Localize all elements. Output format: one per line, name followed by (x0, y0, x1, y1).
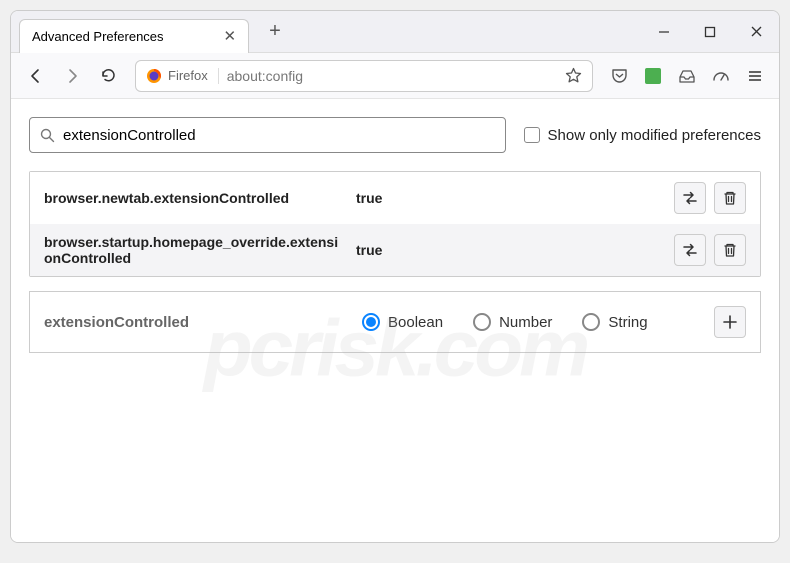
toggle-icon (681, 241, 699, 259)
identity-label: Firefox (168, 68, 208, 83)
tab-title: Advanced Preferences (32, 29, 164, 44)
trash-icon (722, 242, 738, 258)
close-tab-icon[interactable]: ✕ (224, 27, 237, 45)
pref-row: browser.newtab.extensionControlled true (30, 172, 760, 224)
search-icon (40, 128, 55, 143)
pref-actions (674, 182, 746, 214)
search-row: Show only modified preferences (29, 117, 761, 153)
search-input[interactable] (63, 127, 495, 144)
search-box[interactable] (29, 117, 506, 153)
plus-icon (722, 314, 738, 330)
new-pref-row: extensionControlled Boolean Number Strin… (29, 291, 761, 353)
reload-button[interactable] (91, 59, 125, 93)
nav-toolbar: Firefox about:config (11, 53, 779, 99)
pref-value: true (356, 190, 662, 206)
delete-button[interactable] (714, 182, 746, 214)
radio-string[interactable]: String (582, 313, 647, 331)
radio-icon (582, 313, 600, 331)
radio-icon (473, 313, 491, 331)
toggle-button[interactable] (674, 182, 706, 214)
toggle-button[interactable] (674, 234, 706, 266)
close-window-button[interactable] (733, 11, 779, 53)
url-text: about:config (227, 68, 557, 84)
radio-label: String (608, 314, 647, 331)
radio-label: Number (499, 314, 552, 331)
url-bar[interactable]: Firefox about:config (135, 60, 593, 92)
bookmark-star-icon[interactable] (565, 67, 582, 84)
menu-button[interactable] (739, 60, 771, 92)
pocket-icon[interactable] (603, 60, 635, 92)
add-button[interactable] (714, 306, 746, 338)
type-radios: Boolean Number String (362, 313, 696, 331)
maximize-button[interactable] (687, 11, 733, 53)
browser-tab[interactable]: Advanced Preferences ✕ (19, 19, 249, 53)
radio-boolean[interactable]: Boolean (362, 313, 443, 331)
titlebar: Advanced Preferences ✕ + (11, 11, 779, 53)
pref-name: browser.newtab.extensionControlled (44, 190, 344, 206)
new-tab-button[interactable]: + (261, 16, 289, 47)
checkbox-text: Show only modified preferences (548, 127, 761, 144)
pref-actions (674, 234, 746, 266)
page-content: pcrisk.com Show only modified preference… (11, 99, 779, 542)
firefox-icon (146, 68, 162, 84)
back-button[interactable] (19, 59, 53, 93)
radio-number[interactable]: Number (473, 313, 552, 331)
radio-label: Boolean (388, 314, 443, 331)
radio-icon (362, 313, 380, 331)
window-controls (641, 11, 779, 53)
minimize-button[interactable] (641, 11, 687, 53)
pref-row: browser.startup.homepage_override.extens… (30, 224, 760, 276)
extension-icon[interactable] (637, 60, 669, 92)
new-pref-name: extensionControlled (44, 314, 344, 331)
preferences-table: browser.newtab.extensionControlled true … (29, 171, 761, 277)
show-modified-checkbox[interactable]: Show only modified preferences (524, 127, 761, 144)
checkbox-icon (524, 127, 540, 143)
dashboard-icon[interactable] (705, 60, 737, 92)
forward-button[interactable] (55, 59, 89, 93)
identity-box[interactable]: Firefox (146, 68, 219, 84)
pref-value: true (356, 242, 662, 258)
browser-window: Advanced Preferences ✕ + (10, 10, 780, 543)
delete-button[interactable] (714, 234, 746, 266)
trash-icon (722, 190, 738, 206)
inbox-icon[interactable] (671, 60, 703, 92)
pref-name: browser.startup.homepage_override.extens… (44, 234, 344, 266)
toggle-icon (681, 189, 699, 207)
